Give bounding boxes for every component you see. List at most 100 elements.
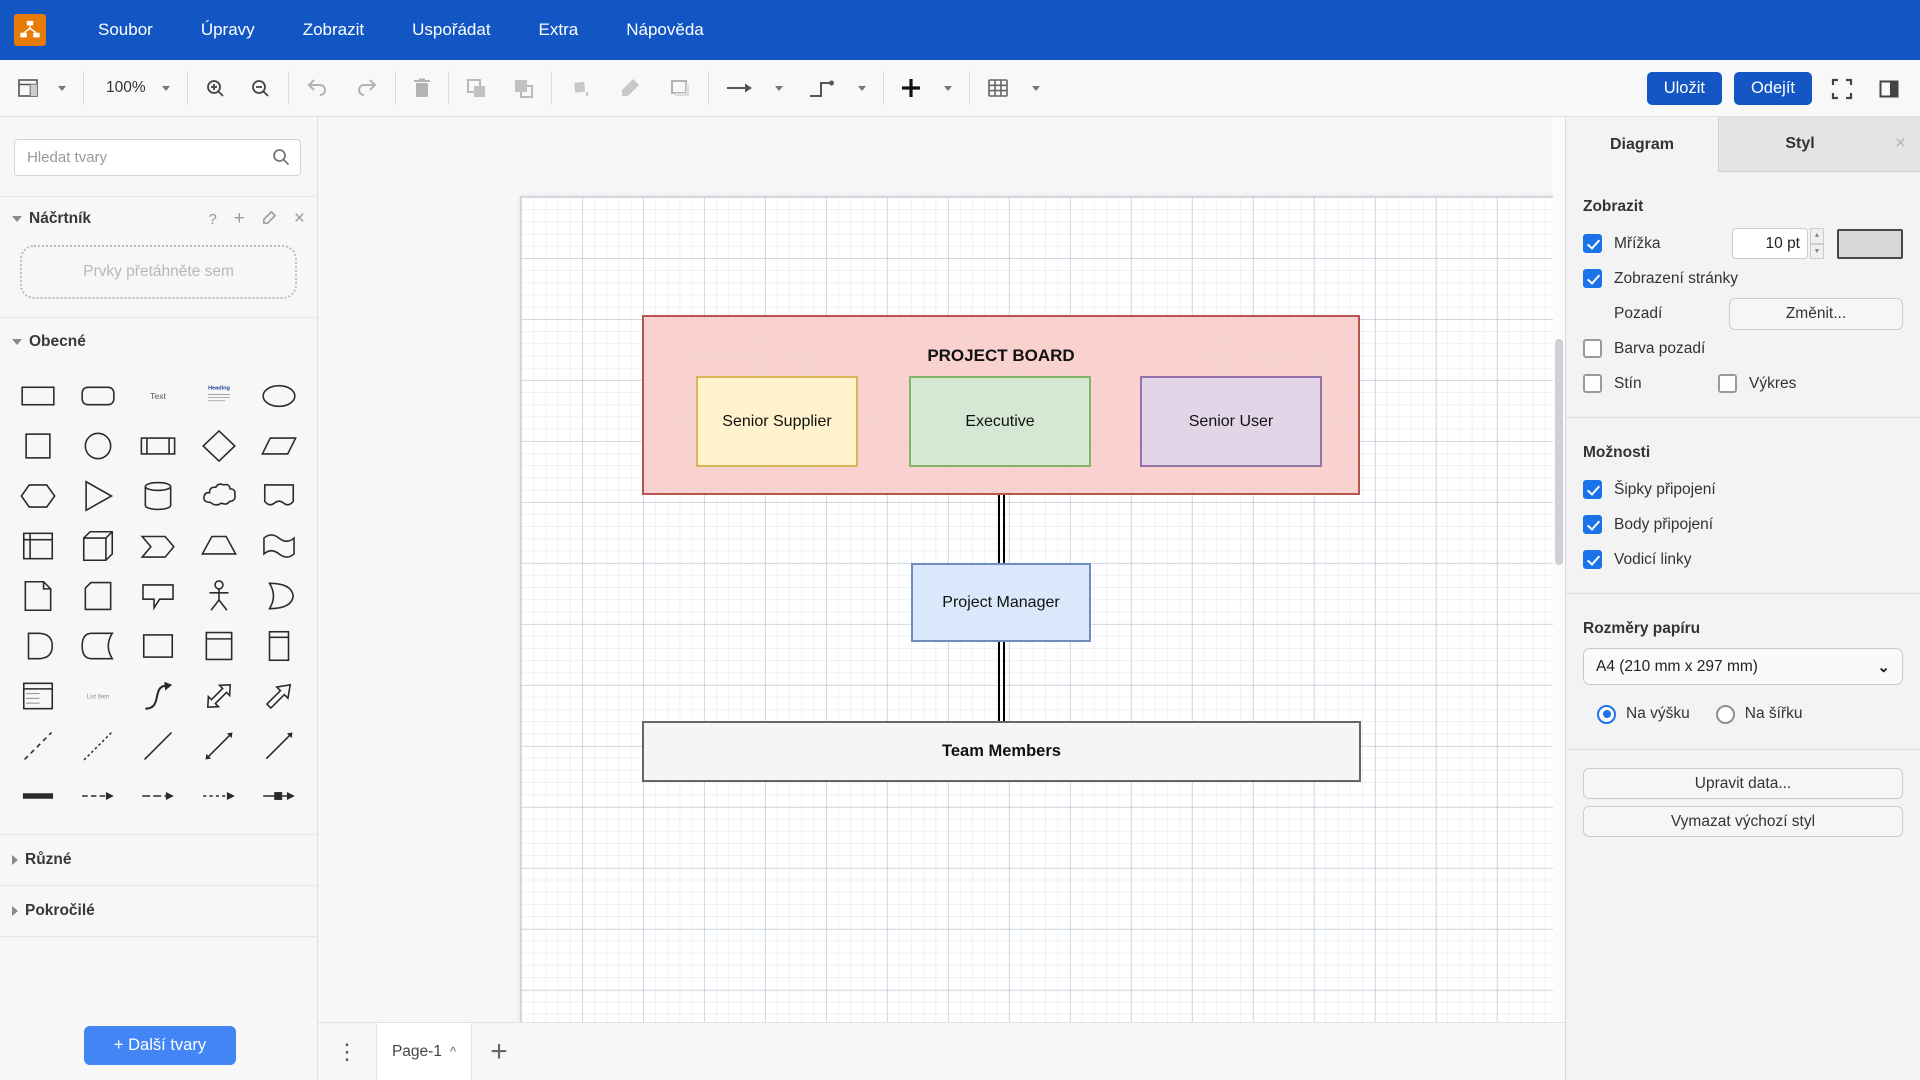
shape-internal-storage[interactable] bbox=[8, 522, 68, 570]
edge-manager-to-team[interactable] bbox=[998, 642, 1005, 721]
shape-trapezoid[interactable] bbox=[189, 522, 249, 570]
zoom-in-icon[interactable] bbox=[198, 74, 233, 103]
paper-size-select[interactable]: A4 (210 mm x 297 mm) ⌄ bbox=[1583, 648, 1903, 685]
vertical-scroll-thumb[interactable] bbox=[1555, 339, 1563, 565]
connection-arrow-icon[interactable] bbox=[719, 78, 759, 98]
shape-diamond[interactable] bbox=[189, 422, 249, 470]
shape-dashed-edge-3[interactable] bbox=[189, 772, 249, 820]
delete-icon[interactable] bbox=[406, 74, 438, 102]
portrait-radio[interactable] bbox=[1597, 705, 1616, 724]
page-view-checkbox[interactable] bbox=[1583, 269, 1602, 288]
shape-dashed-line[interactable] bbox=[8, 722, 68, 770]
shape-connector-symbol[interactable] bbox=[249, 772, 309, 820]
shape-triangle[interactable] bbox=[68, 472, 128, 520]
shape-tape[interactable] bbox=[249, 522, 309, 570]
scratchpad-header[interactable]: Náčrtník ? + × bbox=[0, 197, 317, 241]
shape-list[interactable] bbox=[249, 622, 309, 670]
to-back-icon[interactable] bbox=[506, 74, 541, 103]
shape-vertical-container[interactable] bbox=[189, 622, 249, 670]
waypoints-dropdown[interactable] bbox=[846, 82, 873, 95]
landscape-radio[interactable] bbox=[1716, 705, 1735, 724]
shape-or[interactable] bbox=[249, 572, 309, 620]
page-tab[interactable]: Page-1 ^ bbox=[376, 1023, 472, 1080]
change-background-button[interactable]: Změnit... bbox=[1729, 298, 1903, 330]
shape-cylinder[interactable] bbox=[128, 472, 188, 520]
shape-list-item[interactable]: List Item bbox=[68, 672, 128, 720]
project-board-title[interactable]: PROJECT BOARD bbox=[642, 345, 1360, 367]
shape-card[interactable] bbox=[68, 572, 128, 620]
shape-cube[interactable] bbox=[68, 522, 128, 570]
fill-color-icon[interactable] bbox=[562, 74, 598, 102]
shape-dotted-line[interactable] bbox=[68, 722, 128, 770]
connection-points-checkbox[interactable] bbox=[1583, 515, 1602, 534]
exit-button[interactable]: Odejít bbox=[1734, 72, 1812, 105]
menu-soubor[interactable]: Soubor bbox=[74, 12, 177, 48]
node-project-manager[interactable]: Project Manager bbox=[911, 563, 1091, 642]
node-senior-user[interactable]: Senior User bbox=[1140, 376, 1322, 467]
guides-checkbox[interactable] bbox=[1583, 550, 1602, 569]
node-senior-supplier[interactable]: Senior Supplier bbox=[696, 376, 858, 467]
clear-default-style-button[interactable]: Vymazat výchozí styl bbox=[1583, 806, 1903, 837]
undo-icon[interactable] bbox=[299, 75, 335, 101]
edge-board-to-manager[interactable] bbox=[998, 495, 1005, 563]
help-icon[interactable]: ? bbox=[208, 211, 216, 228]
fullscreen-icon[interactable] bbox=[1824, 74, 1860, 104]
line-color-icon[interactable] bbox=[612, 73, 648, 103]
shape-heading[interactable]: Heading bbox=[189, 372, 249, 420]
insert-icon[interactable] bbox=[894, 74, 928, 102]
shape-step[interactable] bbox=[128, 522, 188, 570]
shape-line[interactable] bbox=[128, 722, 188, 770]
tab-styl[interactable]: Styl bbox=[1718, 117, 1881, 172]
menu-extra[interactable]: Extra bbox=[515, 12, 603, 48]
add-icon[interactable]: + bbox=[234, 208, 245, 230]
more-shapes-button[interactable]: + Další tvary bbox=[84, 1026, 236, 1065]
section-pokrocile[interactable]: Pokročilé bbox=[0, 886, 317, 936]
page-view-icon[interactable] bbox=[10, 74, 46, 102]
shape-text[interactable]: Text bbox=[128, 372, 188, 420]
insert-dropdown[interactable] bbox=[932, 82, 959, 95]
shadow-checkbox[interactable] bbox=[1583, 374, 1602, 393]
add-page-button[interactable]: + bbox=[472, 1023, 526, 1080]
shape-curve[interactable] bbox=[128, 672, 188, 720]
shape-rounded-rectangle[interactable] bbox=[68, 372, 128, 420]
search-icon[interactable] bbox=[271, 147, 291, 172]
to-front-icon[interactable] bbox=[459, 74, 494, 103]
shape-bidirectional-connector[interactable] bbox=[189, 722, 249, 770]
waypoints-icon[interactable] bbox=[802, 74, 842, 102]
table-dropdown[interactable] bbox=[1020, 82, 1047, 95]
shape-rectangle[interactable] bbox=[8, 372, 68, 420]
grid-color-swatch[interactable] bbox=[1837, 229, 1903, 259]
edit-data-button[interactable]: Upravit data... bbox=[1583, 768, 1903, 799]
panel-close-icon[interactable]: × bbox=[1881, 117, 1920, 172]
page-view-dropdown[interactable] bbox=[46, 82, 73, 95]
shape-square[interactable] bbox=[8, 422, 68, 470]
shape-arrow[interactable] bbox=[249, 672, 309, 720]
shape-ellipse[interactable] bbox=[249, 372, 309, 420]
node-executive[interactable]: Executive bbox=[909, 376, 1091, 467]
canvas-vertical-scrollbar[interactable] bbox=[1553, 117, 1565, 1080]
shape-cloud[interactable] bbox=[189, 472, 249, 520]
tab-diagram[interactable]: Diagram bbox=[1566, 117, 1718, 172]
background-color-checkbox[interactable] bbox=[1583, 339, 1602, 358]
shape-hexagon[interactable] bbox=[8, 472, 68, 520]
grid-size-input[interactable] bbox=[1732, 228, 1808, 259]
shape-link[interactable] bbox=[8, 772, 68, 820]
canvas[interactable]: PROJECT BOARD Senior Supplier Executive … bbox=[318, 117, 1565, 1080]
connection-arrows-checkbox[interactable] bbox=[1583, 480, 1602, 499]
shape-dashed-edge-1[interactable] bbox=[68, 772, 128, 820]
zoom-level[interactable]: 100% bbox=[94, 79, 150, 97]
shape-process[interactable] bbox=[128, 422, 188, 470]
shape-actor[interactable] bbox=[189, 572, 249, 620]
shape-callout[interactable] bbox=[128, 572, 188, 620]
shape-container[interactable] bbox=[128, 622, 188, 670]
shape-circle[interactable] bbox=[68, 422, 128, 470]
save-button[interactable]: Uložit bbox=[1647, 72, 1722, 105]
shape-and[interactable] bbox=[8, 622, 68, 670]
shape-parallelogram[interactable] bbox=[249, 422, 309, 470]
shape-list-box[interactable] bbox=[8, 672, 68, 720]
toggle-format-panel-icon[interactable] bbox=[1872, 76, 1906, 102]
menu-napoveda[interactable]: Nápověda bbox=[602, 12, 728, 48]
table-icon[interactable] bbox=[980, 74, 1016, 102]
shape-note[interactable] bbox=[8, 572, 68, 620]
shape-data-storage[interactable] bbox=[68, 622, 128, 670]
